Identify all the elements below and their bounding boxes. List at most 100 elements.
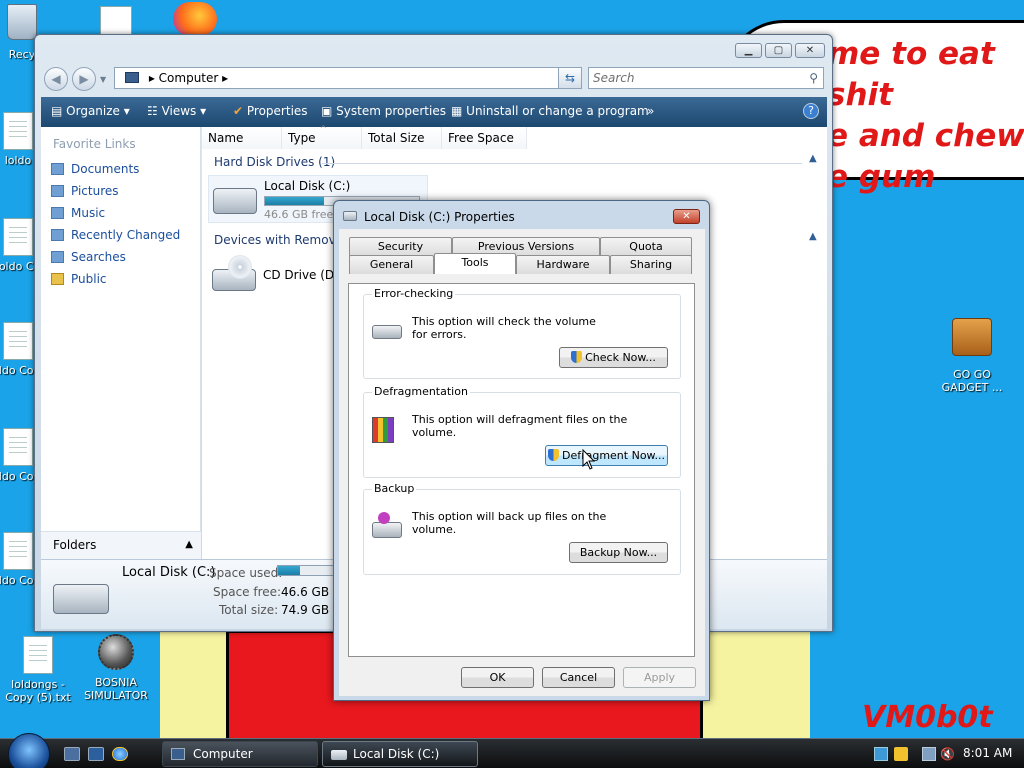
tab-sharing[interactable]: Sharing: [610, 255, 692, 274]
network-status-icon[interactable]: [922, 747, 936, 761]
uninstall-button[interactable]: ▦ Uninstall or change a program: [451, 104, 649, 118]
desktop-icon-shortcut[interactable]: BOSNIA SIMULATOR: [76, 634, 156, 702]
recently-changed-icon: [51, 229, 64, 241]
favorite-link-label: Documents: [71, 162, 140, 176]
hard-drive-icon: [53, 584, 109, 614]
tools-tab-panel: Error-checking This option will check th…: [348, 283, 695, 657]
refresh-icon[interactable]: ⇆: [558, 67, 582, 89]
start-button[interactable]: [8, 733, 50, 768]
address-bar[interactable]: ▸ Computer ▸ ▼: [114, 67, 579, 89]
system-icon: ▣: [321, 104, 333, 118]
drive-free-space: 46.6 GB free o: [264, 208, 344, 221]
drive-usage-fill: [265, 197, 324, 205]
apply-button[interactable]: Apply: [623, 667, 696, 688]
checkmark-icon: ✔: [233, 104, 244, 118]
error-checking-text: This option will check the volume for er…: [412, 315, 596, 341]
favorite-link-label: Pictures: [71, 184, 119, 198]
cancel-button[interactable]: Cancel: [542, 667, 615, 688]
favorite-link-documents[interactable]: Documents: [51, 162, 140, 176]
collapse-group-icon[interactable]: ▲: [809, 231, 817, 242]
taskbar-button-computer[interactable]: Computer: [162, 741, 318, 767]
properties-button[interactable]: ✔ Properties: [233, 104, 308, 118]
check-now-button[interactable]: Check Now...: [559, 347, 668, 368]
taskbar-button-label: Local Disk (C:) Prop...: [353, 747, 440, 761]
favorite-link-recently-changed[interactable]: Recently Changed: [51, 228, 180, 242]
dialog-close-button[interactable]: ✕: [673, 209, 700, 224]
desktop-icon-file[interactable]: loldongs - Copy (5).txt: [0, 636, 78, 704]
text-file-icon: [3, 112, 33, 150]
defragment-now-button[interactable]: Defragment Now...: [545, 445, 668, 466]
clock[interactable]: 8:01 AM: [963, 746, 1012, 760]
favorite-link-public[interactable]: Public: [51, 272, 107, 286]
backup-now-button[interactable]: Backup Now...: [569, 542, 668, 563]
disk-check-icon: [372, 325, 402, 339]
taskbar-button-properties[interactable]: Local Disk (C:) Prop...: [322, 741, 478, 767]
space-used-label: Space used:: [209, 566, 283, 580]
forward-button[interactable]: ▶: [72, 67, 96, 91]
uac-shield-icon: [571, 351, 583, 363]
favorite-link-pictures[interactable]: Pictures: [51, 184, 119, 198]
total-size-value: 74.9 GB: [281, 603, 330, 617]
desktop-icon-label: loldo: [4, 154, 32, 167]
document-icon[interactable]: [100, 6, 132, 36]
properties-dialog: Local Disk (C:) Properties ✕ Security Pr…: [333, 200, 710, 701]
text-file-icon: [23, 636, 53, 674]
drive-item-d[interactable]: CD Drive (D:): [208, 251, 348, 301]
security-alert-icon[interactable]: [894, 747, 908, 761]
space-used-fill: [278, 566, 301, 575]
search-icon[interactable]: ⚲: [809, 68, 818, 88]
group-removable-storage[interactable]: Devices with Removab: [214, 233, 351, 247]
network-icon[interactable]: [874, 747, 888, 761]
favorite-link-music[interactable]: Music: [51, 206, 106, 220]
space-used-bar: [277, 565, 337, 576]
maximize-button[interactable]: ▢: [765, 43, 792, 58]
space-free-label: Space free:: [213, 585, 282, 599]
check-now-label: Check Now...: [585, 351, 656, 364]
tab-quota[interactable]: Quota: [600, 237, 692, 256]
folders-toggle[interactable]: Folders ▲: [41, 531, 201, 559]
group-hard-disk-drives[interactable]: Hard Disk Drives (1): [214, 155, 335, 169]
tab-hardware[interactable]: Hardware: [516, 255, 610, 274]
favorite-link-label: Music: [71, 206, 106, 220]
space-free-value: 46.6 GB: [281, 585, 330, 599]
hard-drive-icon: [343, 211, 357, 221]
breadcrumb-separator: ▸: [148, 71, 159, 85]
favorite-link-searches[interactable]: Searches: [51, 250, 126, 264]
volume-muted-icon[interactable]: 🔇: [940, 747, 955, 761]
back-button[interactable]: ◀: [44, 67, 68, 91]
column-header-free-space[interactable]: Free Space: [442, 127, 527, 149]
text-file-icon: [3, 532, 33, 570]
more-commands-button[interactable]: »: [647, 104, 654, 118]
switch-windows-icon[interactable]: [88, 747, 104, 761]
tab-tools[interactable]: Tools: [434, 253, 516, 274]
views-button[interactable]: ☷ Views ▾: [147, 104, 206, 118]
minimize-button[interactable]: ▁: [735, 43, 762, 58]
column-header-name[interactable]: Name: [202, 127, 282, 149]
breadcrumb-separator: ▸: [222, 71, 229, 85]
collapse-group-icon[interactable]: ▲: [809, 153, 817, 164]
group-divider: [322, 163, 802, 164]
desktop-icon-label: loldongs - Copy (5).txt: [5, 678, 71, 704]
ok-button[interactable]: OK: [461, 667, 534, 688]
organize-button[interactable]: ▤ Organize ▾: [51, 104, 130, 118]
system-properties-label: System properties: [336, 104, 446, 118]
breadcrumb-computer[interactable]: Computer: [159, 71, 219, 85]
system-properties-button[interactable]: ▣ System properties: [321, 104, 446, 118]
column-header-total-size[interactable]: Total Size: [362, 127, 442, 149]
views-label: Views: [161, 104, 197, 118]
search-input[interactable]: Search ⚲: [588, 67, 824, 89]
music-icon: [51, 207, 64, 219]
tab-general[interactable]: General: [349, 255, 434, 274]
show-desktop-icon[interactable]: [64, 747, 80, 761]
desktop-icon-gadget[interactable]: GO GO GADGET ...: [932, 318, 1012, 394]
internet-explorer-icon[interactable]: [112, 747, 128, 761]
recent-pages-arrow-icon[interactable]: ▼: [100, 75, 106, 84]
computer-icon: [125, 72, 139, 83]
close-button[interactable]: ✕: [795, 43, 825, 58]
firefox-icon[interactable]: [173, 2, 217, 36]
error-checking-title: Error-checking: [372, 287, 456, 300]
backup-group: Backup This option will back up files on…: [363, 482, 681, 575]
spiked-mine-icon: [98, 634, 134, 670]
hard-drive-icon: [331, 750, 347, 760]
help-icon[interactable]: ?: [803, 103, 819, 119]
